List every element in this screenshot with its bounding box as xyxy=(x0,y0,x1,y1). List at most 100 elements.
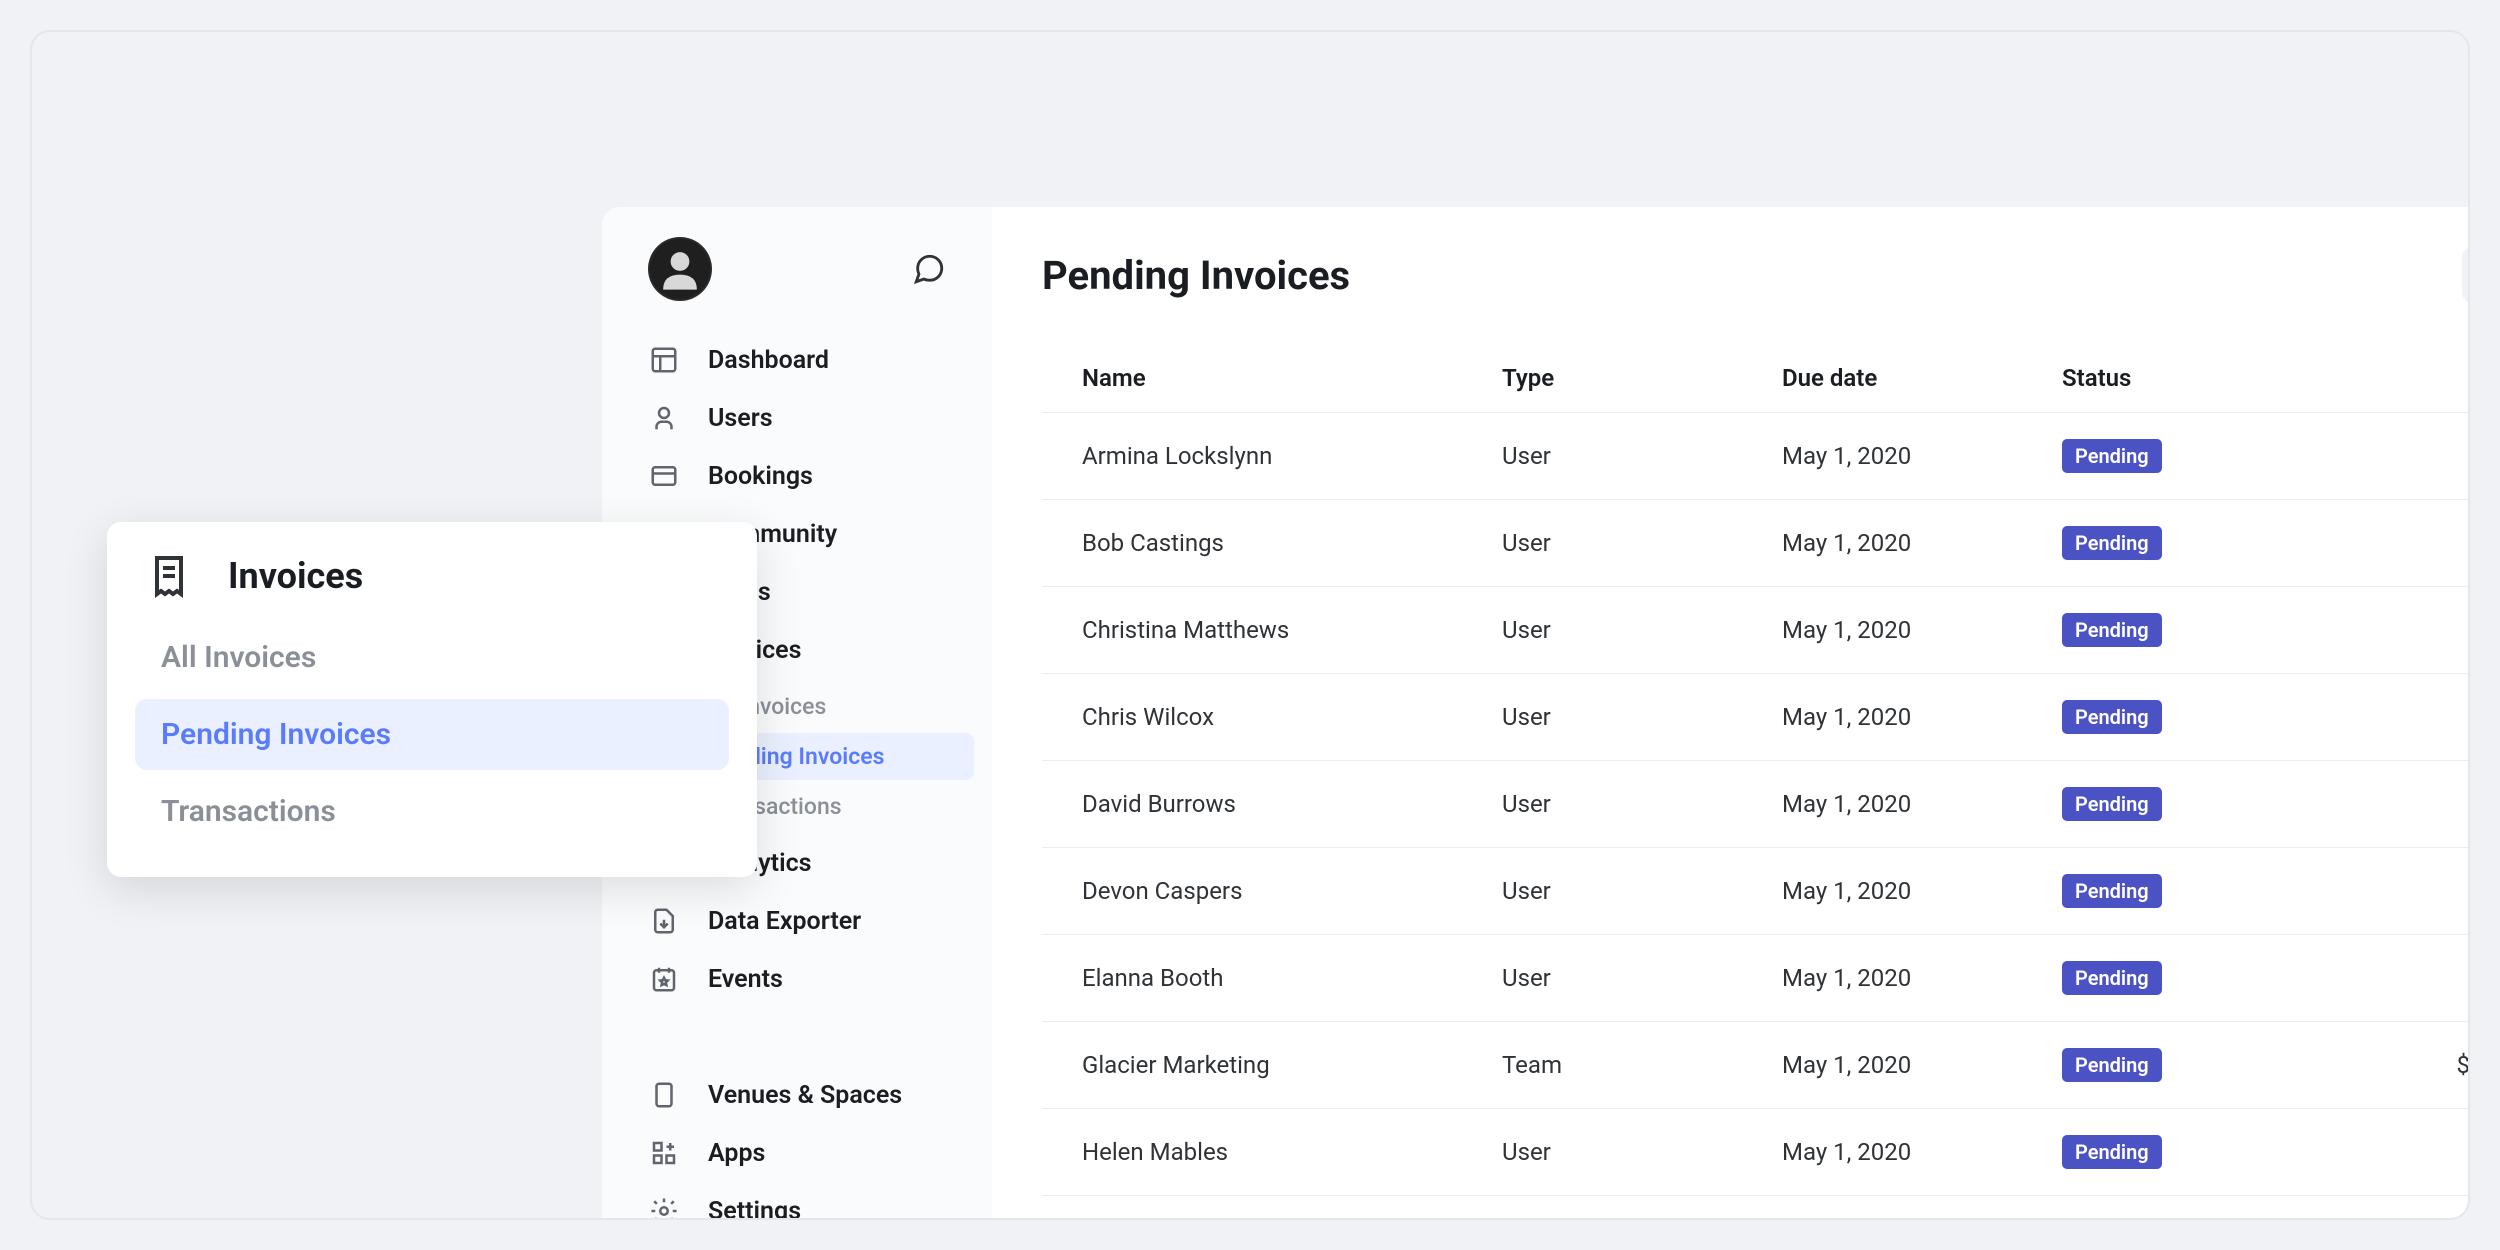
cell-type: User xyxy=(1502,442,1782,470)
sidebar-item-venues[interactable]: Venues & Spaces xyxy=(620,1066,974,1124)
cell-status: Pending xyxy=(2062,874,2332,908)
sidebar-item-apps[interactable]: Apps xyxy=(620,1124,974,1182)
cell-due: May 1, 2020 xyxy=(1782,616,2062,644)
status-badge: Pending xyxy=(2062,1048,2162,1082)
table-row[interactable]: Bob CastingsUserMay 1, 2020Pending$330.0… xyxy=(1042,500,2470,587)
table-row[interactable]: David BurrowsUserMay 1, 2020Pending$660.… xyxy=(1042,761,2470,848)
column-header-name: Name xyxy=(1082,364,1502,392)
invoices-table: Name Type Due date Status Total Armina L… xyxy=(1042,343,2470,1220)
cell-type: Team xyxy=(1502,1051,1782,1079)
sidebar-item-label: Events xyxy=(708,965,783,994)
cell-due: May 1, 2020 xyxy=(1782,703,2062,731)
popover-item-transactions[interactable]: Transactions xyxy=(135,776,729,847)
events-icon xyxy=(648,963,680,995)
cell-status: Pending xyxy=(2062,526,2332,560)
cell-total: $280.75 xyxy=(2332,616,2470,644)
cell-type: User xyxy=(1502,877,1782,905)
cell-due: May 1, 2020 xyxy=(1782,964,2062,992)
table-body: Armina LockslynnUserMay 1, 2020Pending$1… xyxy=(1042,413,2470,1220)
cell-total: $192.50 xyxy=(2332,442,2470,470)
table-row[interactable]: Helen MablesUserMay 1, 2020Pending$192.5… xyxy=(1042,1109,2470,1196)
popover-item-pending-invoices[interactable]: Pending Invoices xyxy=(135,699,729,770)
cell-name: Chris Wilcox xyxy=(1082,703,1502,731)
sidebar-item-label: Bookings xyxy=(708,462,813,491)
cell-due: May 1, 2020 xyxy=(1782,790,2062,818)
cell-name: David Burrows xyxy=(1082,790,1502,818)
cell-total: $320.00 xyxy=(2332,964,2470,992)
cell-total: $330.00 xyxy=(2332,529,2470,557)
status-badge: Pending xyxy=(2062,613,2162,647)
cell-total: $1,320.00 xyxy=(2332,1051,2470,1079)
table-row[interactable]: Armina LockslynnUserMay 1, 2020Pending $1… xyxy=(1042,413,2470,500)
status-badge: Pending xyxy=(2062,1135,2162,1169)
cell-name: Helen Mables xyxy=(1082,1138,1502,1166)
cell-due: May 1, 2020 xyxy=(1782,877,2062,905)
table-row[interactable]: Jonathan LouisUserMay 1, 2020Pending$264… xyxy=(1042,1196,2470,1220)
cell-due: May 1, 2020 xyxy=(1782,1051,2062,1079)
status-badge: Pending xyxy=(2062,874,2162,908)
cell-type: User xyxy=(1502,529,1782,557)
search-box[interactable] xyxy=(2462,247,2470,303)
settings-icon xyxy=(648,1195,680,1220)
table-row[interactable]: Devon CaspersUserMay 1, 2020Pending$500.… xyxy=(1042,848,2470,935)
popover-title: Invoices xyxy=(228,555,363,597)
cell-total: $314.50 xyxy=(2332,703,2470,731)
cell-status: Pending xyxy=(2062,700,2332,734)
sidebar-item-label: Apps xyxy=(708,1139,765,1168)
sidebar-item-data-exporter[interactable]: Data Exporter xyxy=(620,892,974,950)
status-badge: Pending xyxy=(2062,439,2162,473)
cell-status: Pending xyxy=(2062,787,2332,821)
status-badge: Pending xyxy=(2062,526,2162,560)
table-row[interactable]: Christina MatthewsUserMay 1, 2020Pending… xyxy=(1042,587,2470,674)
table-row[interactable]: Chris WilcoxUserMay 1, 2020Pending $314.5… xyxy=(1042,674,2470,761)
popover-item-all-invoices[interactable]: All Invoices xyxy=(135,622,729,693)
sidebar-item-events[interactable]: Events xyxy=(620,950,974,1008)
cell-type: User xyxy=(1502,703,1782,731)
cell-status: Pending xyxy=(2062,439,2332,473)
cell-type: User xyxy=(1502,964,1782,992)
table-header: Name Type Due date Status Total xyxy=(1042,343,2470,413)
export-icon xyxy=(648,905,680,937)
column-header-type: Type xyxy=(1502,364,1782,392)
sidebar-item-dashboard[interactable]: Dashboard xyxy=(620,331,974,389)
main-header: Pending Invoices xyxy=(1042,247,2470,303)
sidebar-item-label: Venues & Spaces xyxy=(708,1081,902,1110)
app-window: Dashboard Users Bookings xyxy=(602,207,2470,1220)
sidebar-item-label: Data Exporter xyxy=(708,907,861,936)
venues-icon xyxy=(648,1079,680,1111)
card-icon xyxy=(648,460,680,492)
popover-header: Invoices xyxy=(135,552,729,622)
avatar-icon xyxy=(650,239,710,299)
layout-icon xyxy=(648,344,680,376)
main-content: Pending Invoices Name Type Due date Stat… xyxy=(992,207,2470,1220)
cell-due: May 1, 2020 xyxy=(1782,1138,2062,1166)
cell-due: May 1, 2020 xyxy=(1782,442,2062,470)
sidebar-item-bookings[interactable]: Bookings xyxy=(620,447,974,505)
status-badge: Pending xyxy=(2062,961,2162,995)
cell-status: Pending xyxy=(2062,1048,2332,1082)
cell-total: $500.00 xyxy=(2332,877,2470,905)
sidebar-item-users[interactable]: Users xyxy=(620,389,974,447)
sidebar-item-label: Dashboard xyxy=(708,346,829,375)
cell-name: Glacier Marketing xyxy=(1082,1051,1502,1079)
cell-status: Pending xyxy=(2062,961,2332,995)
cell-name: Armina Lockslynn xyxy=(1082,442,1502,470)
sidebar-item-settings[interactable]: Settings xyxy=(620,1182,974,1220)
nav-section-secondary: Venues & Spaces Apps Settings xyxy=(620,1066,974,1220)
sidebar-item-label: Settings xyxy=(708,1197,801,1221)
cell-status: Pending xyxy=(2062,1135,2332,1169)
table-row[interactable]: Elanna BoothUserMay 1, 2020Pending $320.0… xyxy=(1042,935,2470,1022)
table-row[interactable]: Glacier MarketingTeamMay 1, 2020Pending $… xyxy=(1042,1022,2470,1109)
cell-type: User xyxy=(1502,1138,1782,1166)
chat-icon[interactable] xyxy=(912,252,946,286)
cell-due: May 1, 2020 xyxy=(1782,529,2062,557)
column-header-total: Total xyxy=(2332,364,2470,392)
invoices-popover: Invoices All Invoices Pending Invoices T… xyxy=(107,522,757,877)
cell-status: Pending xyxy=(2062,613,2332,647)
receipt-icon xyxy=(145,552,193,600)
cell-name: Elanna Booth xyxy=(1082,964,1502,992)
avatar[interactable] xyxy=(648,237,712,301)
status-badge: Pending xyxy=(2062,700,2162,734)
user-icon xyxy=(648,402,680,434)
cell-type: User xyxy=(1502,790,1782,818)
